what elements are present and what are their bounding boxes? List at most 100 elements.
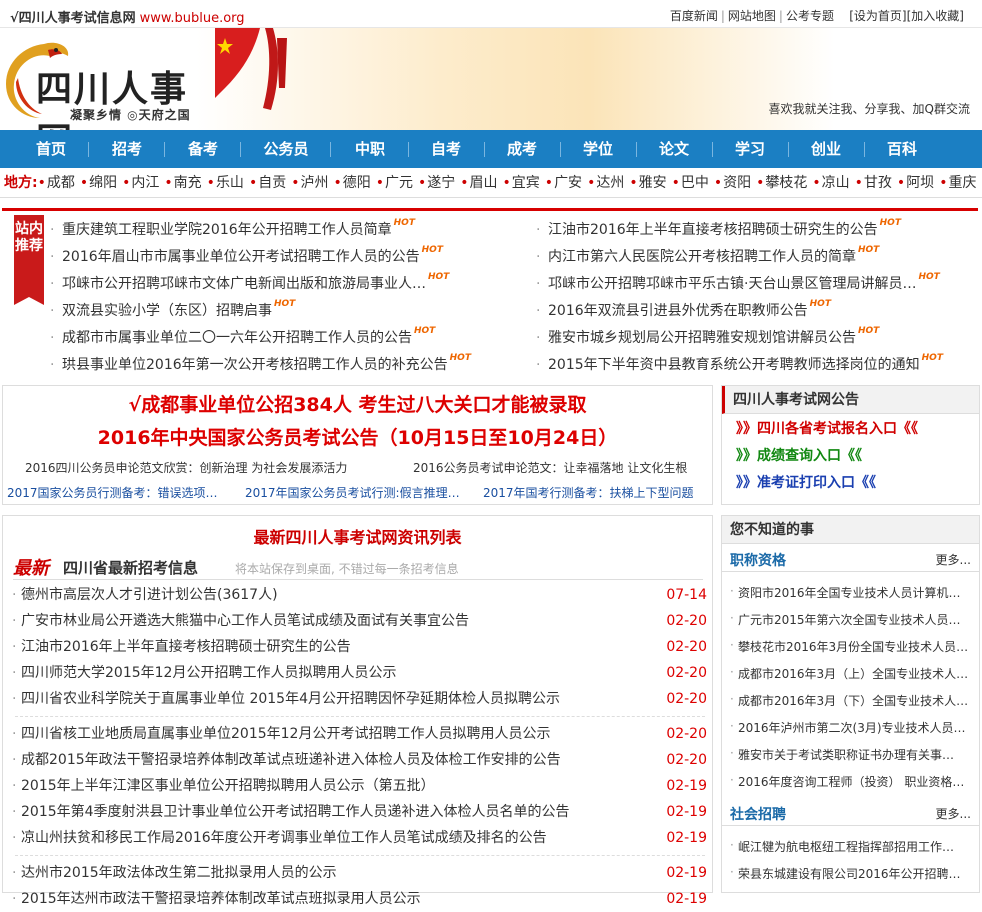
headline-box: √成都事业单位公招384人 考生过八大关口才能被录取 2016年中央国家公务员考…	[2, 385, 713, 505]
list-item[interactable]: 内江市第六人民医院公开考核招聘工作人员的简章HOT	[536, 244, 943, 271]
add-favorite-link[interactable]: [加入收藏]	[907, 9, 964, 23]
list-item[interactable]: 2016年双流县引进县外优秀在职教师公告HOT	[536, 298, 943, 325]
more-link[interactable]: 更多...	[936, 805, 971, 822]
region-link[interactable]: 内江	[122, 175, 159, 191]
headline-second[interactable]: 2016年中央国家公务员考试公告（10月15日至10月24日）	[3, 423, 712, 450]
table-row[interactable]: 四川师范大学2015年12月公开招聘工作人员拟聘用人员公示02-20	[11, 660, 707, 686]
signup-entry-link[interactable]: 》》四川各省考试报名入口《《	[736, 418, 918, 438]
list-item[interactable]: 攀枝花市2016年3月份全国专业技术人员…	[730, 638, 968, 655]
list-item[interactable]: 成都市2016年3月（上）全国专业技术人…	[730, 665, 968, 682]
blue-link[interactable]: 2017国家公务员行测备考：错误选项…	[7, 484, 218, 501]
region-link[interactable]: 资阳	[714, 175, 751, 191]
nav-xuexi[interactable]: 学习	[720, 130, 780, 168]
list-item[interactable]: 重庆建筑工程职业学院2016年公开招聘工作人员简章HOT	[50, 217, 471, 244]
region-link[interactable]: 攀枝花	[756, 175, 807, 191]
list-item[interactable]: 江油市2016年上半年直接考核招聘硕士研究生的公告HOT	[536, 217, 943, 244]
region-link[interactable]: 甘孜	[855, 175, 892, 191]
table-row[interactable]: 达州市2015年政法体改生第二批拟录用人员的公示02-19	[11, 860, 707, 886]
list-item[interactable]: 广元市2015年第六次全国专业技术人员…	[730, 611, 961, 628]
table-row[interactable]: 四川省核工业地质局直属事业单位2015年12月公开考试招聘工作人员拟聘用人员公示…	[11, 721, 707, 747]
more-link[interactable]: 更多...	[936, 551, 971, 568]
list-item[interactable]: 成都市2016年3月（下）全国专业技术人…	[730, 692, 968, 709]
list-item[interactable]: 2016年眉山市市属事业单位公开考试招聘工作人员的公告HOT	[50, 244, 471, 271]
list-item[interactable]: 邛崃市公开招聘邛崃市平乐古镇·天台山景区管理局讲解员…HOT	[536, 271, 943, 298]
table-row[interactable]: 2015年上半年江津区事业单位公开招聘拟聘用人员公示（第五批）02-19	[11, 773, 707, 799]
region-link[interactable]: 凉山	[812, 175, 849, 191]
site-logo[interactable]: 四川人事网 凝聚乡情 ◎天府之国	[4, 38, 214, 130]
blue-link[interactable]: 2017年国家公务员考试行测:假言推理…	[245, 484, 460, 501]
nav-chuangye[interactable]: 创业	[796, 130, 856, 168]
table-row[interactable]: 广安市林业局公开遴选大熊猫中心工作人员笔试成绩及面试有关事宜公告02-20	[11, 608, 707, 634]
region-link[interactable]: 阿坝	[897, 175, 934, 191]
headline-main[interactable]: √成都事业单位公招384人 考生过八大关口才能被录取	[3, 390, 712, 417]
recommend-section: 站内推荐 重庆建筑工程职业学院2016年公开招聘工作人员简章HOT 2016年眉…	[2, 208, 978, 380]
header-tagline: 喜欢我就关注我、分享我、加Q群交流	[768, 102, 970, 116]
table-row[interactable]: 江油市2016年上半年直接考核招聘硕士研究生的公告02-20	[11, 634, 707, 660]
site-name[interactable]: √四川人事考试信息网 www.bublue.org	[10, 7, 245, 26]
list-item[interactable]: 成都市市属事业单位二〇一六年公开招聘工作人员的公告HOT	[50, 325, 471, 352]
region-link[interactable]: 雅安	[629, 175, 666, 191]
list-item[interactable]: 2015年下半年资中县教育系统公开考聘教师选择岗位的通知HOT	[536, 352, 943, 379]
region-link[interactable]: 南充	[164, 175, 201, 191]
nav-xuewei[interactable]: 学位	[568, 130, 628, 168]
recommend-list-right: 江油市2016年上半年直接考核招聘硕士研究生的公告HOT 内江市第六人民医院公开…	[536, 217, 943, 379]
score-query-link[interactable]: 》》成绩查询入口《《	[736, 445, 862, 465]
list-item[interactable]: 珙县事业单位2016年第一次公开考核招聘工作人员的补充公告HOT	[50, 352, 471, 379]
list-item[interactable]: 雅安市城乡规划局公开招聘雅安规划馆讲解员公告HOT	[536, 325, 943, 352]
list-item[interactable]: 2016年度咨询工程师（投资） 职业资格…	[730, 773, 964, 790]
table-row[interactable]: 成都2015年政法干警招录培养体制改革试点班递补进入体检人员及体检工作安排的公告…	[11, 747, 707, 773]
hot-badge: HOT	[879, 218, 901, 228]
top-link-sitemap[interactable]: 网站地图	[728, 9, 776, 23]
nav-beikao[interactable]: 备考	[173, 130, 233, 168]
list-item[interactable]: 邛崃市公开招聘邛崃市文体广电新闻出版和旅游局事业人…HOT	[50, 271, 471, 298]
region-link[interactable]: 宜宾	[503, 175, 540, 191]
region-link[interactable]: 乐山	[207, 175, 244, 191]
sub-headline-left[interactable]: 2016四川公务员申论范文欣赏：创新治理 为社会发展添活力	[25, 459, 347, 476]
nav-lunwen[interactable]: 论文	[644, 130, 704, 168]
nav-zikao[interactable]: 自考	[416, 130, 476, 168]
site-url[interactable]: www.bublue.org	[140, 11, 245, 26]
list-item[interactable]: 雅安市关于考试类职称证书办理有关事…	[730, 746, 954, 763]
list-item[interactable]: 2016年泸州市第二次(3月)专业技术人员…	[730, 719, 966, 736]
region-link[interactable]: 广安	[545, 175, 582, 191]
table-row[interactable]: 凉山州扶贫和移民工作局2016年度公开考调事业单位工作人员笔试成绩及排名的公告0…	[11, 825, 707, 851]
admission-print-link[interactable]: 》》准考证打印入口《《	[736, 472, 876, 492]
nav-zhongzhi[interactable]: 中职	[340, 130, 400, 168]
region-link[interactable]: 成都	[38, 175, 75, 191]
hot-badge: HOT	[921, 353, 943, 363]
nav-gongwuyuan[interactable]: 公务员	[256, 130, 316, 168]
nav-zhaokao[interactable]: 招考	[97, 130, 157, 168]
nav-chengkao[interactable]: 成考	[492, 130, 552, 168]
table-row[interactable]: 2015年第4季度射洪县卫计事业单位公开考试招聘工作人员递补进入体检人员名单的公…	[11, 799, 707, 825]
table-row[interactable]: 四川省农业科学院关于直属事业单位 2015年4月公开招聘因怀孕延期体检人员拟聘公…	[11, 686, 707, 712]
sidebar-title: 您不知道的事	[722, 516, 979, 544]
sub-headline-right[interactable]: 2016公务员考试申论范文：让幸福落地 让文化生根	[413, 459, 687, 476]
nav-baike[interactable]: 百科	[872, 130, 932, 168]
region-link[interactable]: 泸州	[291, 175, 328, 191]
region-link[interactable]: 广元	[376, 175, 413, 191]
region-link[interactable]: 达州	[587, 175, 624, 191]
list-item[interactable]: 荣县东城建设有限公司2016年公开招聘…	[730, 865, 961, 882]
list-item[interactable]: 资阳市2016年全国专业技术人员计算机…	[730, 584, 961, 601]
sidebar: 您不知道的事 职称资格 更多... 资阳市2016年全国专业技术人员计算机… 广…	[721, 515, 980, 893]
top-link-baidu-news[interactable]: 百度新闻	[670, 9, 718, 23]
nav-home[interactable]: 首页	[21, 130, 81, 168]
region-link[interactable]: 重庆	[939, 175, 976, 191]
region-link[interactable]: 自贡	[249, 175, 286, 191]
list-item[interactable]: 岷江犍为航电枢纽工程指挥部招用工作…	[730, 838, 954, 855]
hot-badge: HOT	[428, 272, 450, 282]
region-link[interactable]: 绵阳	[80, 175, 117, 191]
region-link[interactable]: 德阳	[333, 175, 370, 191]
region-link[interactable]: 巴中	[672, 175, 709, 191]
top-link-gongkao[interactable]: 公考专题	[786, 9, 834, 23]
table-row[interactable]: 2015年达州市政法干警招录培养体制改革试点班拟录用人员公示02-19	[11, 886, 707, 912]
list-item[interactable]: 双流县实验小学（东区）招聘启事HOT	[50, 298, 471, 325]
set-home-link[interactable]: [设为首页]	[849, 9, 906, 23]
region-link[interactable]: 眉山	[460, 175, 497, 191]
site-name-text: √四川人事考试信息网	[10, 11, 136, 26]
divider	[15, 855, 705, 856]
table-row[interactable]: 德州市高层次人才引进计划公告(3617人)07-14	[11, 582, 707, 608]
region-link[interactable]: 遂宁	[418, 175, 455, 191]
main-nav: 首页 招考 备考 公务员 中职 自考 成考 学位 论文 学习 创业 百科	[0, 130, 982, 168]
blue-link[interactable]: 2017年国考行测备考：扶梯上下型问题	[483, 484, 694, 501]
